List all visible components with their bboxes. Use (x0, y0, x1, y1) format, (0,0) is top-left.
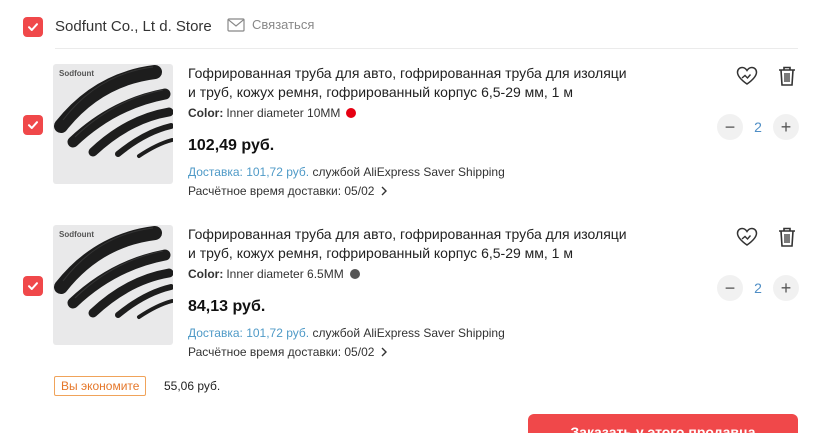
quantity-stepper: − 2 + (717, 275, 799, 301)
delivery-estimate-text: Расчётное время доставки: 05/02 (188, 345, 375, 359)
checkbox-checked-icon (28, 282, 38, 290)
delivery-estimate-text: Расчётное время доставки: 05/02 (188, 184, 375, 198)
variant-label: Color: (188, 267, 224, 281)
shipping-fee: Доставка: 101,72 руб. (188, 165, 310, 179)
heart-icon[interactable] (736, 227, 758, 247)
item-checkbox[interactable] (23, 276, 43, 296)
trash-icon[interactable] (777, 65, 797, 87)
variant-label: Color: (188, 106, 224, 120)
quantity-increase-button[interactable]: + (773, 114, 799, 140)
cart-item: Sodfount Гофрированная труба для авто, г… (0, 64, 816, 214)
checkbox-checked-icon (28, 23, 38, 31)
color-swatch (349, 269, 360, 279)
savings-badge: Вы экономите (54, 376, 147, 396)
product-image[interactable]: Sodfount (53, 225, 173, 345)
shipping-info: Доставка: 101,72 руб. службой AliExpress… (188, 326, 505, 340)
product-brand: Sodfount (59, 230, 95, 239)
product-title-line: и труб, кожух ремня, гофрированный корпу… (188, 84, 573, 100)
quantity-decrease-button[interactable]: − (717, 114, 743, 140)
shipping-fee: Доставка: 101,72 руб. (188, 326, 310, 340)
product-variant: Color: Inner diameter 10MM (188, 106, 357, 120)
chevron-right-icon (381, 186, 388, 196)
minus-icon: − (724, 117, 736, 137)
product-title-line: Гофрированная труба для авто, гофрирован… (188, 65, 627, 81)
quantity-stepper: − 2 + (717, 114, 799, 140)
minus-icon: − (724, 278, 736, 298)
store-name[interactable]: Sodfunt Co., Lt d. Store (55, 18, 212, 35)
item-price: 102,49 руб. (188, 137, 275, 154)
item-price: 84,13 руб. (188, 298, 266, 315)
shipping-info: Доставка: 101,72 руб. службой AliExpress… (188, 165, 505, 179)
delivery-estimate[interactable]: Расчётное время доставки: 05/02 (188, 345, 388, 359)
shipping-service: службой AliExpress Saver Shipping (312, 326, 505, 340)
product-image[interactable]: Sodfount (53, 64, 173, 184)
product-title-line: Гофрированная труба для авто, гофрирован… (188, 226, 627, 242)
delivery-estimate[interactable]: Расчётное время доставки: 05/02 (188, 184, 388, 198)
contact-seller-button[interactable]: Связаться (227, 17, 314, 32)
store-checkbox[interactable] (23, 17, 43, 37)
variant-value: Inner diameter 6.5MM (226, 267, 344, 281)
contact-label: Связаться (252, 17, 315, 32)
quantity-value[interactable]: 2 (743, 119, 773, 135)
mail-icon (227, 17, 245, 32)
plus-icon: + (780, 278, 792, 298)
item-checkbox[interactable] (23, 115, 43, 135)
quantity-decrease-button[interactable]: − (717, 275, 743, 301)
quantity-increase-button[interactable]: + (773, 275, 799, 301)
divider (55, 48, 798, 49)
shipping-service: службой AliExpress Saver Shipping (312, 165, 505, 179)
checkbox-checked-icon (28, 121, 38, 129)
plus-icon: + (780, 117, 792, 137)
color-swatch (346, 108, 357, 118)
product-title-line: и труб, кожух ремня, гофрированный корпу… (188, 245, 573, 261)
cart-item: Sodfount Гофрированная труба для авто, г… (0, 225, 816, 375)
chevron-right-icon (381, 347, 388, 357)
trash-icon[interactable] (777, 226, 797, 248)
product-variant: Color: Inner diameter 6.5MM (188, 267, 360, 281)
product-title[interactable]: Гофрированная труба для авто, гофрирован… (188, 225, 658, 263)
quantity-value[interactable]: 2 (743, 280, 773, 296)
product-title[interactable]: Гофрированная труба для авто, гофрирован… (188, 64, 658, 102)
order-from-seller-button[interactable]: Заказать у этого продавца (528, 414, 798, 433)
product-brand: Sodfount (59, 69, 95, 78)
variant-value: Inner diameter 10MM (226, 106, 341, 120)
heart-icon[interactable] (736, 66, 758, 86)
savings-amount: 55,06 руб. (164, 379, 221, 393)
